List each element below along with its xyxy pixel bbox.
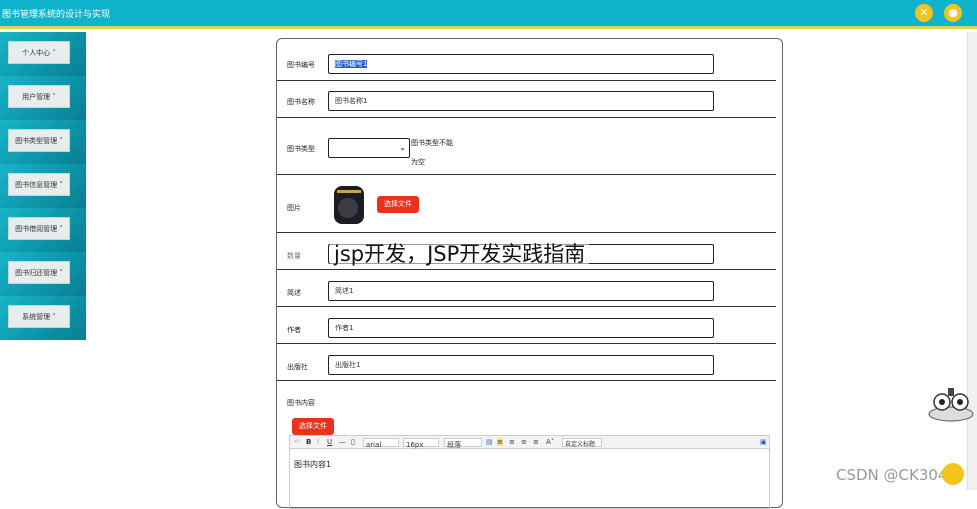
sidebar-block-system: 系统管理 ˅ (0, 296, 86, 340)
coin-icon (942, 463, 964, 485)
font-size-value: 16px (406, 441, 424, 449)
csdn-credit: CSDN @CK3042 (836, 466, 958, 484)
list-icon[interactable]: ▤ (486, 438, 493, 446)
sidebar-block-personal: 个人中心 ˅ (0, 32, 86, 76)
sidebar-block-users: 用户管理 ˅ (0, 76, 86, 120)
sidebar-item-label: 系统管理 (22, 313, 51, 321)
sidebar-item-personal-center[interactable]: 个人中心 ˅ (8, 41, 70, 64)
bold-icon[interactable]: B (306, 438, 311, 446)
sidebar-item-book-borrow[interactable]: 图书借阅管理 ˅ (8, 217, 70, 240)
user-icon[interactable]: ● (944, 4, 962, 22)
book-no-label: 图书编号 (287, 61, 315, 69)
sidebar: 个人中心 ˅ 用户管理 ˅ 图书类型管理 ˅ 图书信息管理 ˅ 图书借阅管理 ˅… (0, 32, 86, 340)
form-row-summary: 简述 简述1 (277, 270, 776, 307)
sidebar-block-borrow: 图书借阅管理 ˅ (0, 208, 86, 252)
app-title: 图书管理系统的设计与实现 (2, 10, 111, 20)
sidebar-block-book-type: 图书类型管理 ˅ (0, 120, 86, 164)
sidebar-item-user-management[interactable]: 用户管理 ˅ (8, 85, 70, 108)
sidebar-item-label: 用户管理 (22, 93, 51, 101)
form-row-book-type: 图书类型 ⌄ 图书类型不能为空 (277, 118, 776, 175)
content-choose-file-button[interactable]: 选择文件 (292, 418, 334, 435)
paragraph-value: 段落 (447, 441, 461, 449)
book-form-panel: 图书编号 图书编号1 图书名称 图书名称1 图书类型 ⌄ 图书类型不能为空 图片… (276, 38, 783, 509)
picture-choose-file-button[interactable]: 选择文件 (377, 196, 419, 213)
publisher-input[interactable]: 出版社1 (328, 355, 714, 375)
font-color-icon[interactable]: A˅ (546, 438, 554, 446)
underline-icon[interactable]: U (327, 438, 332, 446)
sidebar-item-label: 图书信息管理 (15, 181, 58, 189)
undo-icon[interactable]: ↶ (294, 438, 300, 446)
book-no-input[interactable]: 图书编号1 (328, 54, 714, 74)
book-type-select[interactable]: ⌄ (328, 138, 410, 158)
author-value: 作者1 (335, 324, 354, 332)
form-row-picture: 图片 选择文件 (277, 175, 776, 233)
sidebar-block-book-info: 图书信息管理 ˅ (0, 164, 86, 208)
form-row-publisher: 出版社 出版社1 (277, 344, 776, 381)
book-no-value: 图书编号1 (335, 60, 368, 68)
sidebar-item-book-info[interactable]: 图书信息管理 ˅ (8, 173, 70, 196)
mascot-sticker (928, 388, 974, 422)
chevron-down-icon: ⌄ (399, 143, 406, 152)
sidebar-item-label: 个人中心 (22, 49, 51, 57)
content-editor[interactable]: 图书内容1 (289, 449, 770, 509)
picture-label: 图片 (287, 204, 301, 212)
summary-value: 简述1 (335, 287, 354, 295)
close-icon[interactable]: ✕ (915, 4, 933, 22)
sidebar-item-system[interactable]: 系统管理 ˅ (8, 305, 70, 328)
article-title-overlay: jsp开发，JSP开发实践指南 (330, 238, 590, 268)
align-right-icon[interactable]: ≡ (521, 438, 527, 446)
custom-heading-value: 自定义标题 (565, 441, 596, 448)
font-family-value: arial (366, 441, 382, 449)
justify-icon[interactable]: ≡ (533, 438, 539, 446)
form-row-author: 作者 作者1 (277, 307, 776, 344)
book-type-label: 图书类型 (287, 145, 315, 153)
count-label: 数量 (287, 252, 301, 260)
clear-format-icon[interactable]: ▯ (351, 438, 355, 446)
sidebar-item-label: 图书借阅管理 (15, 225, 58, 233)
paragraph-select[interactable]: 段落 (444, 438, 482, 449)
author-label: 作者 (287, 326, 301, 334)
top-bar: 图书管理系统的设计与实现 ✕ ● (0, 0, 977, 29)
sidebar-item-book-return[interactable]: 图书归还管理 ˅ (8, 261, 70, 284)
form-row-book-no: 图书编号 图书编号1 (277, 39, 776, 81)
book-type-error: 图书类型不能为空 (411, 139, 453, 166)
publisher-value: 出版社1 (335, 361, 361, 369)
sidebar-item-book-type[interactable]: 图书类型管理 ˅ (8, 129, 70, 152)
form-row-book-name: 图书名称 图书名称1 (277, 81, 776, 118)
book-name-value: 图书名称1 (335, 97, 368, 105)
italic-icon[interactable]: I (317, 438, 319, 446)
book-name-label: 图书名称 (287, 98, 315, 106)
publisher-label: 出版社 (287, 363, 308, 371)
custom-heading-select[interactable]: 自定义标题 (562, 438, 602, 448)
content-label: 图书内容 (287, 399, 315, 407)
align-center-icon[interactable]: ≡ (509, 438, 515, 446)
font-family-select[interactable]: arial (363, 438, 399, 449)
align-left-icon[interactable]: ≡ (497, 438, 503, 446)
author-input[interactable]: 作者1 (328, 318, 714, 338)
horizontal-rule-icon[interactable]: — (339, 438, 346, 446)
summary-label: 简述 (287, 289, 301, 297)
book-cover-image (334, 186, 364, 224)
book-name-input[interactable]: 图书名称1 (328, 91, 714, 111)
sidebar-block-return: 图书归还管理 ˅ (0, 252, 86, 296)
sidebar-item-label: 图书类型管理 (15, 137, 58, 145)
font-size-select[interactable]: 16px (403, 438, 439, 449)
summary-input[interactable]: 简述1 (328, 281, 714, 301)
content-editor-text: 图书内容1 (294, 460, 332, 469)
fullscreen-icon[interactable]: ▣ (760, 438, 767, 446)
sidebar-item-label: 图书归还管理 (15, 269, 58, 277)
editor-toolbar: ↶ B I U — ▯ arial 16px 段落 ▤ ≡ ≡ ≡ ≡ A˅ 自… (289, 435, 770, 449)
